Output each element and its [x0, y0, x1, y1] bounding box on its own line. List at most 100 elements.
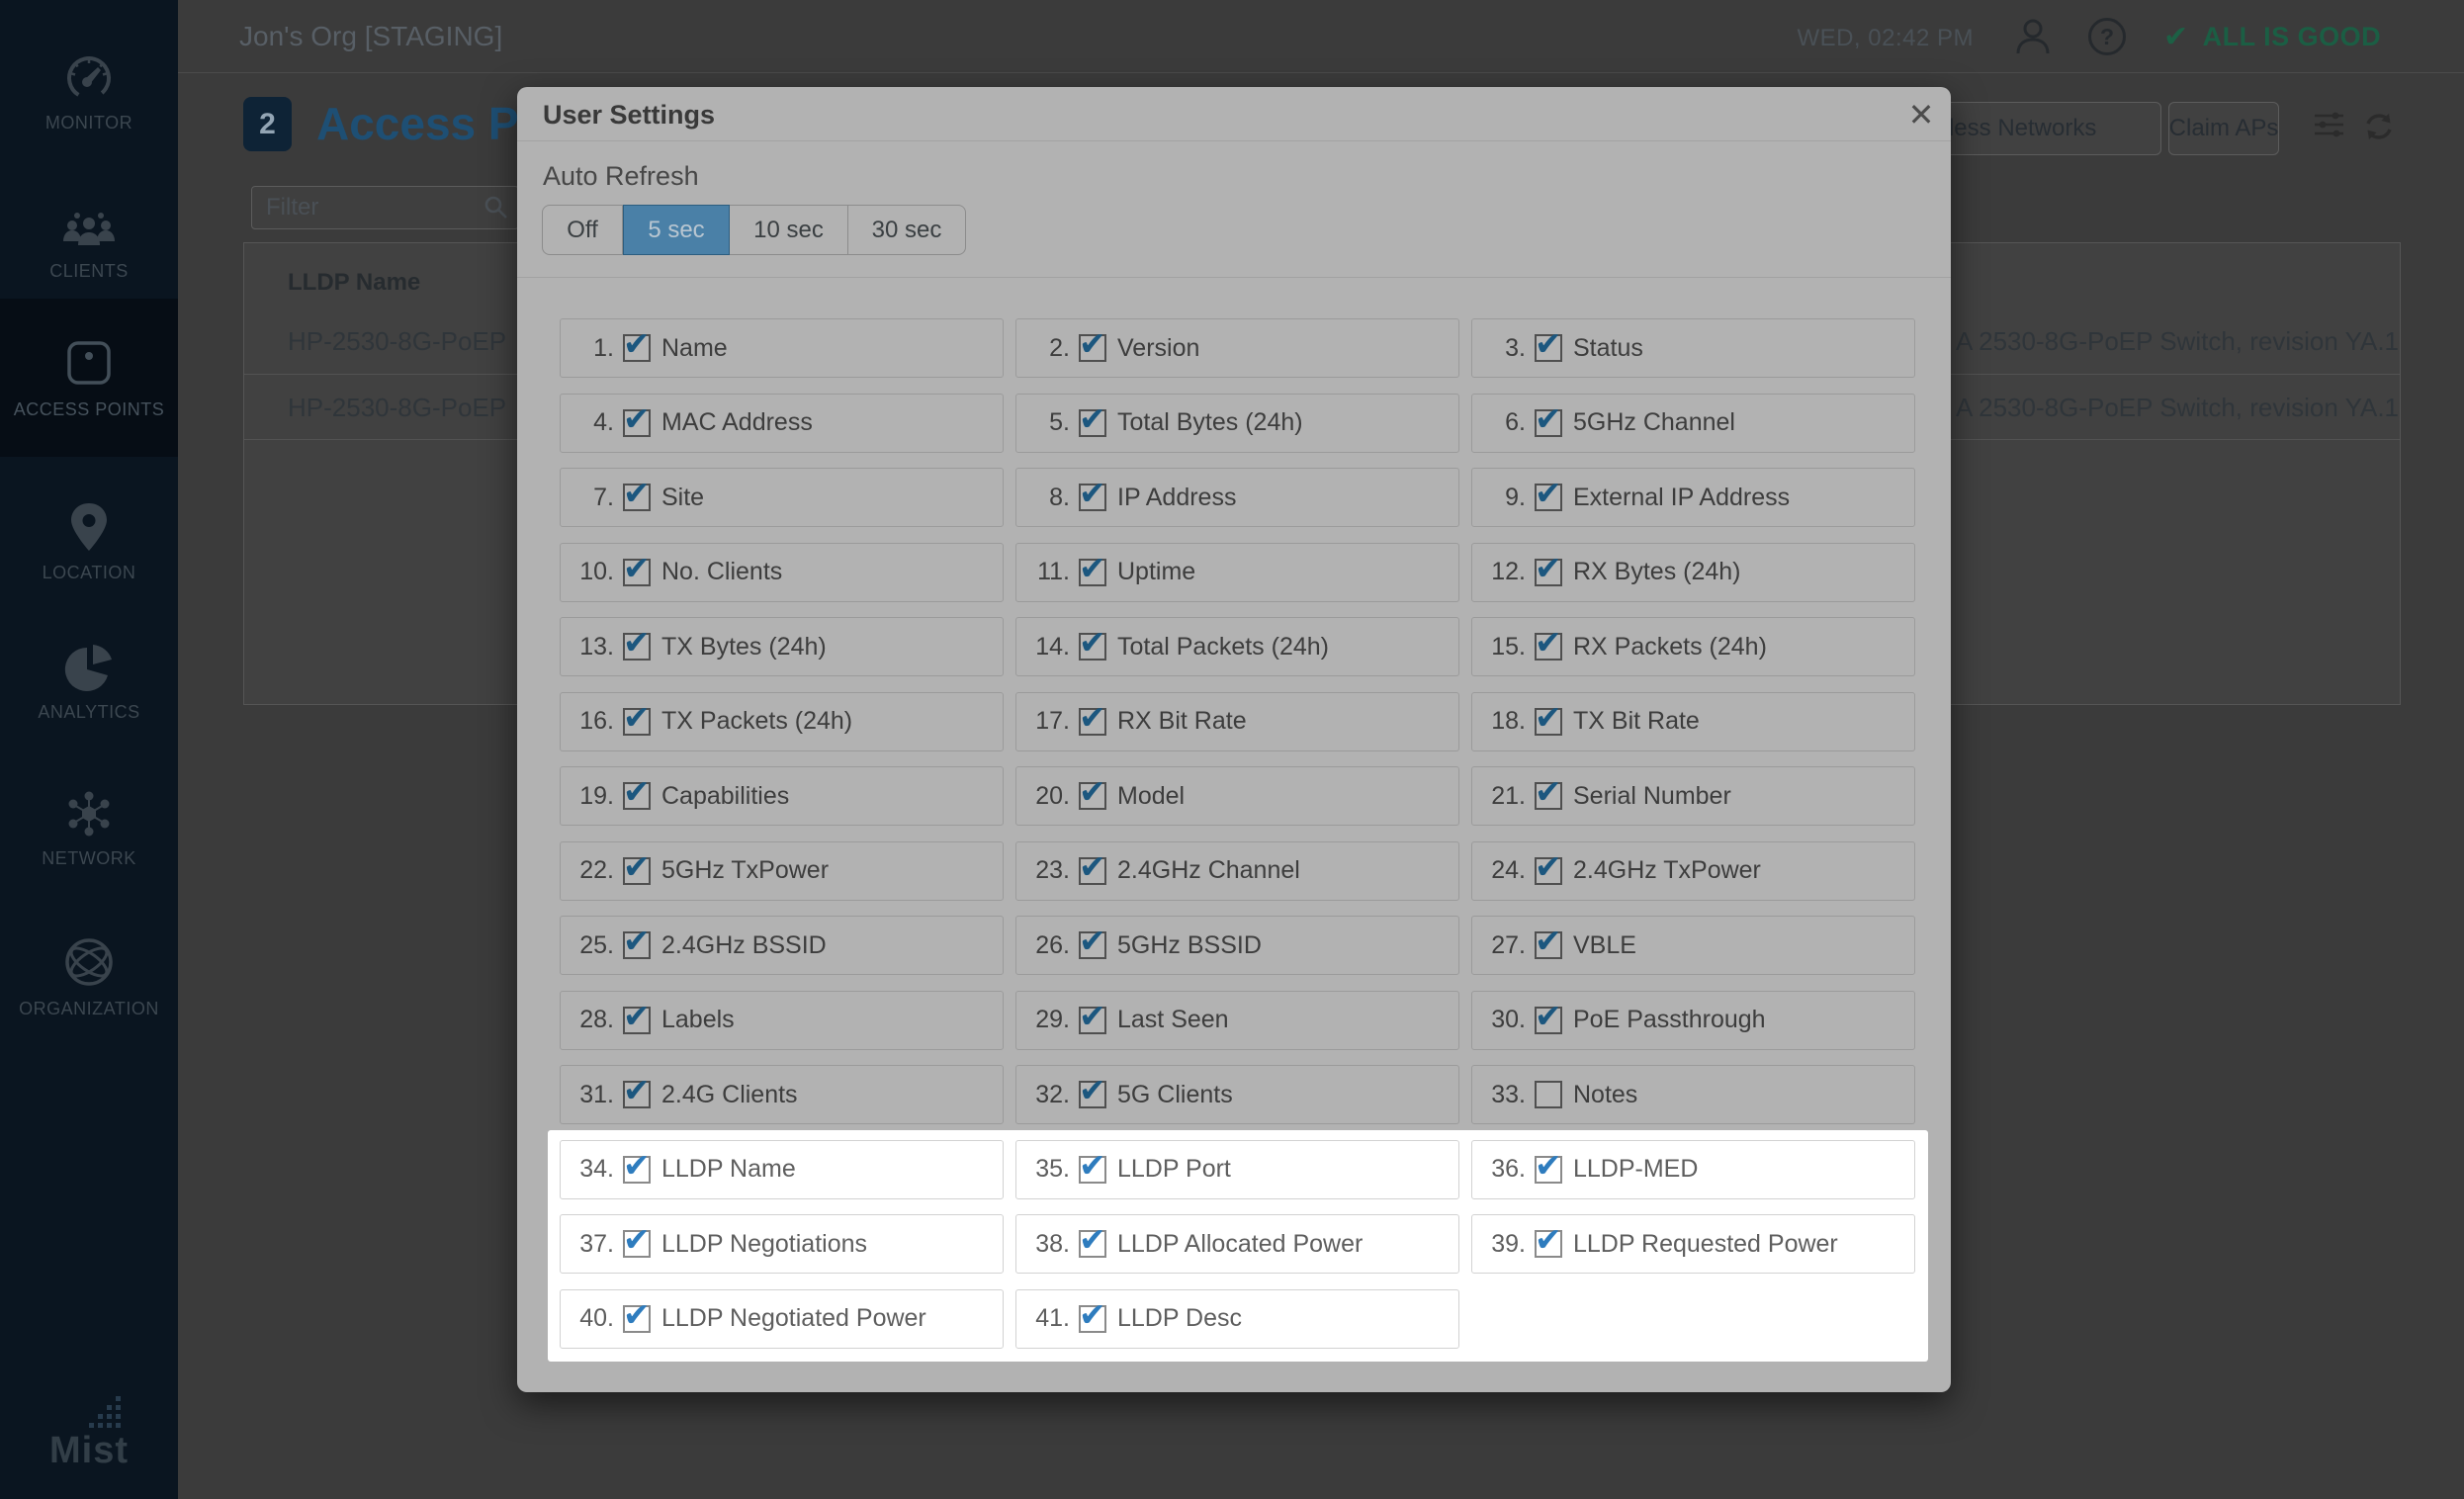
column-toggle-name[interactable]: 1.✔Name: [560, 318, 1004, 378]
checkbox-checked[interactable]: ✔: [1079, 857, 1106, 885]
checkbox-checked[interactable]: ✔: [1079, 1230, 1106, 1258]
table-settings-sliders-icon[interactable]: [2314, 111, 2345, 143]
column-header-lldp-name[interactable]: LLDP Name: [288, 269, 420, 297]
checkbox-checked[interactable]: ✔: [1079, 1081, 1106, 1108]
column-toggle-2-4g-clients[interactable]: 31.✔2.4G Clients: [560, 1065, 1004, 1124]
column-toggle-lldp-port[interactable]: 35.✔LLDP Port: [1015, 1140, 1459, 1199]
auto-refresh-option-5-sec[interactable]: 5 sec: [623, 205, 730, 255]
checkbox-checked[interactable]: ✔: [1079, 633, 1106, 661]
column-toggle-lldp-negotiations[interactable]: 37.✔LLDP Negotiations: [560, 1214, 1004, 1274]
checkbox-checked[interactable]: ✔: [623, 1305, 651, 1333]
sidebar-item-monitor[interactable]: MONITOR: [0, 28, 178, 158]
checkbox-checked[interactable]: ✔: [1535, 1007, 1562, 1034]
checkbox-checked[interactable]: ✔: [1535, 708, 1562, 736]
checkbox-checked[interactable]: ✔: [1535, 931, 1562, 959]
column-toggle-notes[interactable]: 33.Notes: [1471, 1065, 1915, 1124]
column-toggle-mac-address[interactable]: 4.✔MAC Address: [560, 394, 1004, 453]
column-toggle-status[interactable]: 3.✔Status: [1471, 318, 1915, 378]
column-toggle-capabilities[interactable]: 19.✔Capabilities: [560, 766, 1004, 826]
sidebar-item-network[interactable]: NETWORK: [0, 763, 178, 894]
checkbox-checked[interactable]: ✔: [1079, 409, 1106, 437]
column-toggle-total-bytes-24h-[interactable]: 5.✔Total Bytes (24h): [1015, 394, 1459, 453]
checkbox-checked[interactable]: ✔: [623, 857, 651, 885]
checkbox-checked[interactable]: ✔: [1079, 1156, 1106, 1184]
column-toggle-labels[interactable]: 28.✔Labels: [560, 991, 1004, 1050]
sidebar-item-location[interactable]: LOCATION: [0, 477, 178, 607]
checkbox-checked[interactable]: ✔: [1535, 1156, 1562, 1184]
column-toggle-5g-clients[interactable]: 32.✔5G Clients: [1015, 1065, 1459, 1124]
checkbox-checked[interactable]: ✔: [623, 782, 651, 810]
column-toggle-5ghz-bssid[interactable]: 26.✔5GHz BSSID: [1015, 916, 1459, 975]
checkbox-checked[interactable]: ✔: [1079, 782, 1106, 810]
sidebar-item-organization[interactable]: ORGANIZATION: [0, 912, 178, 1042]
checkbox-checked[interactable]: ✔: [623, 1081, 651, 1108]
checkbox-checked[interactable]: ✔: [1535, 484, 1562, 511]
checkbox-checked[interactable]: ✔: [1079, 708, 1106, 736]
checkbox-checked[interactable]: ✔: [623, 334, 651, 362]
checkbox-checked[interactable]: ✔: [623, 708, 651, 736]
checkbox-checked[interactable]: ✔: [1535, 409, 1562, 437]
column-toggle-serial-number[interactable]: 21.✔Serial Number: [1471, 766, 1915, 826]
filter-input[interactable]: [251, 186, 519, 229]
column-toggle-last-seen[interactable]: 29.✔Last Seen: [1015, 991, 1459, 1050]
column-toggle-site[interactable]: 7.✔Site: [560, 468, 1004, 527]
column-toggle-2-4ghz-channel[interactable]: 23.✔2.4GHz Channel: [1015, 841, 1459, 901]
claim-aps-button[interactable]: Claim APs: [2168, 102, 2279, 155]
sidebar-item-access-points[interactable]: ACCESS POINTS: [0, 299, 178, 457]
checkbox-checked[interactable]: ✔: [1535, 334, 1562, 362]
sidebar-item-analytics[interactable]: ANALYTICS: [0, 617, 178, 748]
status-badge[interactable]: ✔ ALL IS GOOD: [2163, 20, 2381, 54]
user-account-icon[interactable]: [2015, 18, 2051, 60]
column-toggle-tx-bit-rate[interactable]: 18.✔TX Bit Rate: [1471, 692, 1915, 751]
column-toggle-2-4ghz-txpower[interactable]: 24.✔2.4GHz TxPower: [1471, 841, 1915, 901]
auto-refresh-option-off[interactable]: Off: [542, 205, 623, 255]
checkbox-checked[interactable]: ✔: [1079, 559, 1106, 586]
column-toggle-5ghz-txpower[interactable]: 22.✔5GHz TxPower: [560, 841, 1004, 901]
checkbox-checked[interactable]: ✔: [623, 1156, 651, 1184]
column-toggle-model[interactable]: 20.✔Model: [1015, 766, 1459, 826]
checkbox-checked[interactable]: ✔: [1079, 931, 1106, 959]
column-toggle-rx-bit-rate[interactable]: 17.✔RX Bit Rate: [1015, 692, 1459, 751]
checkbox-checked[interactable]: ✔: [1535, 857, 1562, 885]
checkbox-checked[interactable]: ✔: [1079, 1305, 1106, 1333]
column-toggle-lldp-name[interactable]: 34.✔LLDP Name: [560, 1140, 1004, 1199]
help-icon[interactable]: ?: [2088, 18, 2126, 55]
close-icon[interactable]: ✕: [1899, 93, 1943, 136]
checkbox-unchecked[interactable]: [1535, 1081, 1562, 1108]
checkbox-checked[interactable]: ✔: [623, 931, 651, 959]
checkbox-checked[interactable]: ✔: [623, 484, 651, 511]
column-toggle-lldp-med[interactable]: 36.✔LLDP-MED: [1471, 1140, 1915, 1199]
checkbox-checked[interactable]: ✔: [623, 559, 651, 586]
column-toggle-no-clients[interactable]: 10.✔No. Clients: [560, 543, 1004, 602]
column-toggle-vble[interactable]: 27.✔VBLE: [1471, 916, 1915, 975]
column-toggle-lldp-allocated-power[interactable]: 38.✔LLDP Allocated Power: [1015, 1214, 1459, 1274]
auto-refresh-option-10-sec[interactable]: 10 sec: [730, 205, 848, 255]
checkbox-checked[interactable]: ✔: [1079, 484, 1106, 511]
checkbox-checked[interactable]: ✔: [1079, 334, 1106, 362]
checkbox-checked[interactable]: ✔: [623, 1230, 651, 1258]
auto-refresh-option-30-sec[interactable]: 30 sec: [848, 205, 966, 255]
column-toggle-tx-bytes-24h-[interactable]: 13.✔TX Bytes (24h): [560, 617, 1004, 676]
checkbox-checked[interactable]: ✔: [1535, 782, 1562, 810]
checkbox-checked[interactable]: ✔: [1535, 1230, 1562, 1258]
column-toggle-total-packets-24h-[interactable]: 14.✔Total Packets (24h): [1015, 617, 1459, 676]
column-toggle-rx-packets-24h-[interactable]: 15.✔RX Packets (24h): [1471, 617, 1915, 676]
column-toggle-lldp-desc[interactable]: 41.✔LLDP Desc: [1015, 1289, 1459, 1349]
column-toggle-poe-passthrough[interactable]: 30.✔PoE Passthrough: [1471, 991, 1915, 1050]
column-toggle-lldp-negotiated-power[interactable]: 40.✔LLDP Negotiated Power: [560, 1289, 1004, 1349]
column-toggle-version[interactable]: 2.✔Version: [1015, 318, 1459, 378]
checkbox-checked[interactable]: ✔: [1079, 1007, 1106, 1034]
column-toggle-ip-address[interactable]: 8.✔IP Address: [1015, 468, 1459, 527]
column-toggle-uptime[interactable]: 11.✔Uptime: [1015, 543, 1459, 602]
column-toggle-2-4ghz-bssid[interactable]: 25.✔2.4GHz BSSID: [560, 916, 1004, 975]
column-toggle-external-ip-address[interactable]: 9.✔External IP Address: [1471, 468, 1915, 527]
column-toggle-tx-packets-24h-[interactable]: 16.✔TX Packets (24h): [560, 692, 1004, 751]
checkbox-checked[interactable]: ✔: [623, 409, 651, 437]
checkbox-checked[interactable]: ✔: [623, 633, 651, 661]
checkbox-checked[interactable]: ✔: [623, 1007, 651, 1034]
checkbox-checked[interactable]: ✔: [1535, 559, 1562, 586]
sidebar-item-clients[interactable]: CLIENTS: [0, 176, 178, 307]
column-toggle-rx-bytes-24h-[interactable]: 12.✔RX Bytes (24h): [1471, 543, 1915, 602]
refresh-icon[interactable]: [2363, 111, 2395, 147]
checkbox-checked[interactable]: ✔: [1535, 633, 1562, 661]
